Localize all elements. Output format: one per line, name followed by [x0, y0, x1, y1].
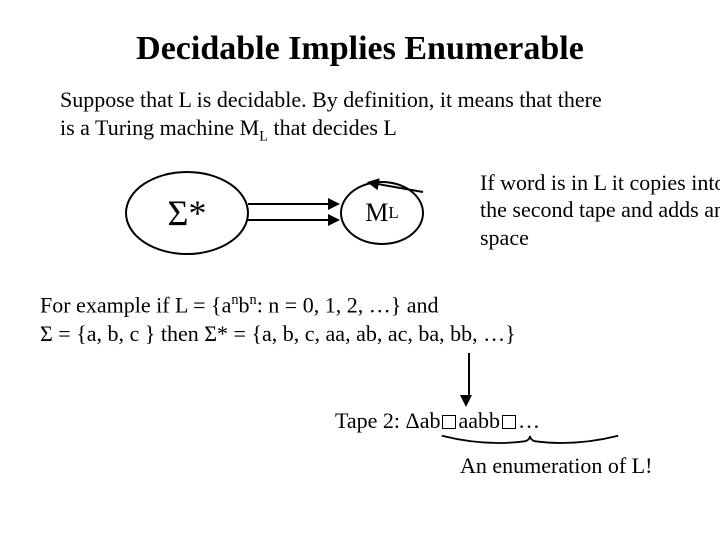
tape2-mid: aabb	[458, 408, 500, 433]
annotation-text: If word is in L it copies into the secon…	[480, 169, 720, 252]
ex-1b: b	[239, 292, 250, 317]
example-paragraph: For example if L = {anbn: n = 0, 1, 2, ……	[40, 291, 680, 349]
arrow-sigma-to-ml-bottom	[248, 219, 338, 221]
ex-sup-n2: n	[250, 292, 257, 308]
ml-label-L: L	[388, 203, 398, 223]
blank-square-icon	[442, 415, 456, 429]
diagram: Σ* ML If word is in L it copies into the…	[40, 161, 680, 281]
tape2-suffix: …	[518, 408, 540, 433]
intro-subscript-L: L	[259, 128, 268, 144]
tape-row: Tape 2: Δab aabb …	[40, 408, 680, 434]
slide-title: Decidable Implies Enumerable	[40, 30, 680, 68]
tape2-prefix: Tape 2: Δab	[335, 408, 440, 433]
ex-line-2: Σ = {a, b, c } then Σ* = {a, b, c, aa, a…	[40, 321, 516, 346]
intro-line-2a: is a Turing machine M	[60, 115, 259, 140]
blank-square-icon	[502, 415, 516, 429]
slide: Decidable Implies Enumerable Suppose tha…	[0, 0, 720, 540]
arrow-sigma-to-ml-top	[248, 203, 338, 205]
sigma-star-oval: Σ*	[125, 171, 249, 255]
down-arrow-icon	[465, 353, 472, 407]
intro-paragraph: Suppose that L is decidable. By definiti…	[60, 86, 670, 146]
ex-sup-n1: n	[231, 292, 238, 308]
ml-label-M: M	[365, 198, 388, 228]
intro-line-1: Suppose that L is decidable. By definiti…	[60, 87, 602, 112]
ex-1c: : n = 0, 1, 2, …} and	[257, 292, 439, 317]
sigma-star-label: Σ*	[168, 192, 207, 234]
enumeration-label: An enumeration of L!	[460, 453, 652, 479]
curly-brace-icon	[430, 434, 630, 452]
intro-line-2b: that decides L	[268, 115, 397, 140]
ex-1a: For example if L = {a	[40, 292, 231, 317]
